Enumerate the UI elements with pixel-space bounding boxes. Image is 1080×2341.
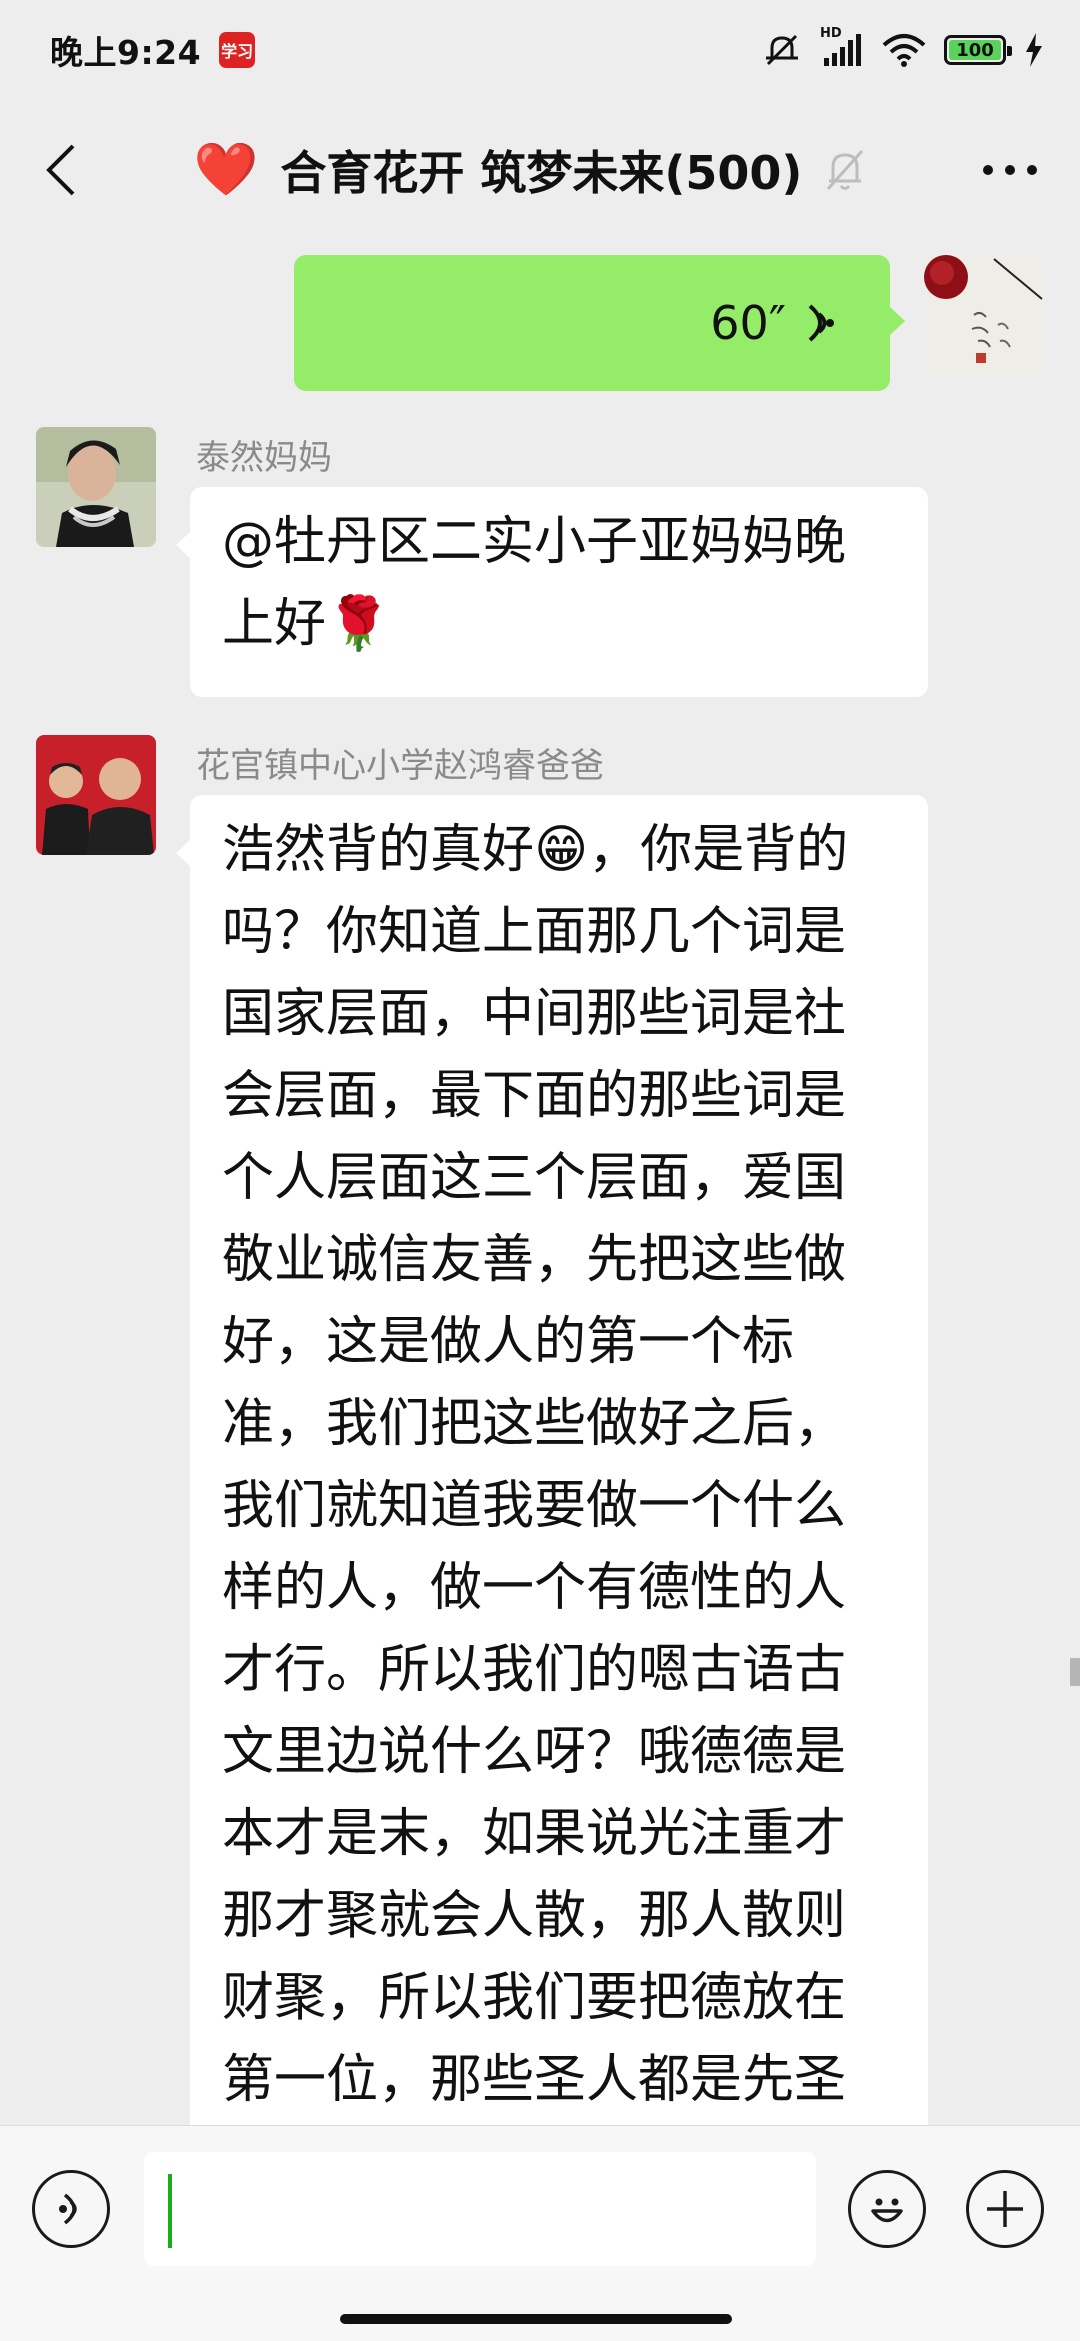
- battery-indicator: 100: [944, 35, 1012, 65]
- status-left: 晚上9:24 学习: [50, 26, 256, 74]
- sender-name: 花官镇中心小学赵鸿睿爸爸: [196, 746, 604, 786]
- emoji-icon: [871, 2198, 903, 2223]
- message-input[interactable]: [144, 2152, 816, 2266]
- chat-title-wrap[interactable]: ❤️ 合育花开 筑梦未来(500): [90, 137, 970, 203]
- text-caret: [168, 2174, 172, 2248]
- notification-app-badge: 学习: [219, 32, 256, 68]
- mute-bell-icon: [827, 149, 864, 191]
- voice-message-bubble[interactable]: 60″: [294, 255, 905, 391]
- message-bubble[interactable]: 浩然背的真好😁，你是背的吗？你知道上面那几个词是国家层面，中间那些词是社会层面，…: [176, 795, 928, 2125]
- message-list[interactable]: 60″ 泰然妈妈 @牡丹区二实小子亚妈妈晚上好🌹 花官镇中心小学赵鸿睿爸爸 浩然…: [0, 240, 1080, 2125]
- more-options-button[interactable]: [970, 135, 1050, 205]
- status-time: 晚上9:24: [50, 33, 202, 72]
- my-avatar[interactable]: [924, 255, 1044, 375]
- message-text: 浩然背的真好😁，你是背的吗？你知道上面那几个词是国家层面，中间那些词是社会层面，…: [222, 820, 849, 2110]
- sender-avatar[interactable]: [36, 427, 156, 547]
- battery-level: 100: [956, 39, 994, 61]
- back-arrow-icon: [46, 144, 75, 196]
- more-icon: [983, 165, 1037, 175]
- avatar-image: [36, 735, 156, 855]
- message-bubble[interactable]: @牡丹区二实小子亚妈妈晚上好🌹: [176, 487, 928, 697]
- sender-name: 泰然妈妈: [196, 438, 332, 478]
- voice-wave-icon: [808, 304, 834, 342]
- home-indicator[interactable]: [340, 2314, 732, 2324]
- input-bar: [0, 2125, 1080, 2341]
- mute-vibrate-icon: [766, 34, 798, 66]
- chat-header: ❤️ 合育花开 筑梦未来(500): [0, 100, 1080, 240]
- plus-button[interactable]: [966, 2170, 1044, 2248]
- emoji-button[interactable]: [848, 2170, 926, 2248]
- wifi-icon: [882, 34, 926, 67]
- status-right: HD 100: [762, 26, 1044, 70]
- voice-input-button[interactable]: [32, 2170, 110, 2248]
- signal-icon: HD: [820, 26, 864, 68]
- voice-input-icon: [59, 2193, 77, 2225]
- sender-avatar[interactable]: [36, 735, 156, 855]
- plus-icon: [987, 2191, 1023, 2227]
- chat-title: 合育花开 筑梦未来(500): [280, 146, 803, 200]
- charging-icon: [1026, 33, 1042, 67]
- heart-icon: ❤️: [193, 140, 259, 200]
- battery-cap: [1007, 46, 1012, 56]
- avatar-image: [36, 427, 156, 547]
- voice-duration: 60″: [710, 296, 786, 350]
- message-text: @牡丹区二实小子亚妈妈晚上好🌹: [222, 512, 847, 654]
- scroll-indicator[interactable]: [1070, 1658, 1080, 1686]
- status-bar: 晚上9:24 学习 HD 100: [0, 0, 1080, 100]
- avatar-image: [924, 255, 1044, 375]
- back-button[interactable]: [30, 135, 90, 205]
